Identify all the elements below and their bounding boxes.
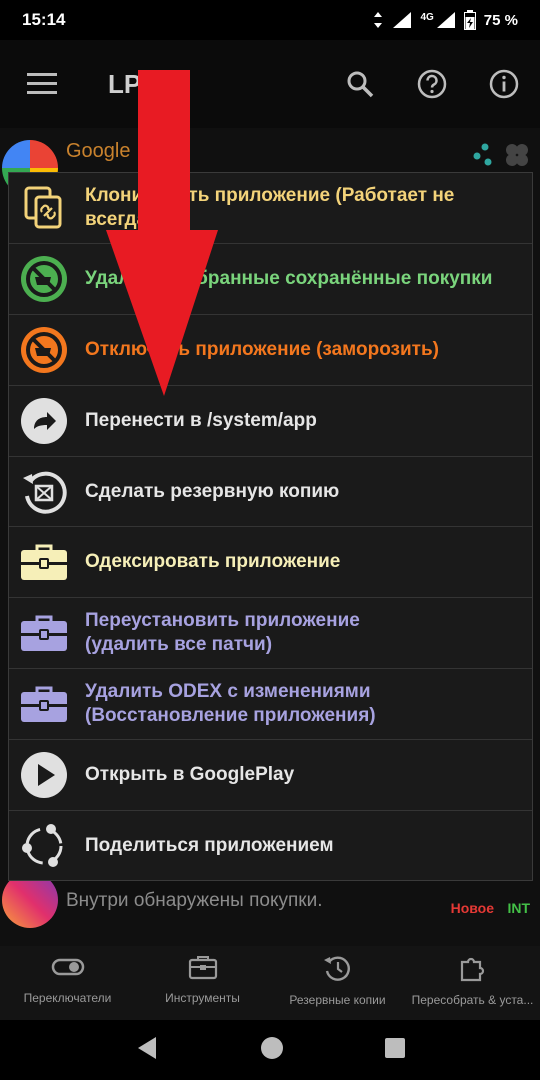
dialog-item-label: Открыть в GooglePlay: [85, 764, 295, 786]
dialog-item-label: Клонировать приложение (Работает не всег…: [85, 184, 455, 230]
dialog-item-label: Удалить ODEX с изменениями (Восстановлен…: [85, 681, 376, 727]
search-icon[interactable]: [324, 40, 396, 128]
dialog-item-label: Поделиться приложением: [85, 835, 334, 857]
dialog-item-clone[interactable]: Клонировать приложение (Работает не всег…: [9, 173, 532, 244]
home-icon[interactable]: [260, 1036, 284, 1065]
toolbox-icon: [19, 608, 69, 658]
tab-label: Резервные копии: [289, 993, 386, 1007]
puzzle-icon: [458, 954, 488, 987]
dialog-item-label: Удалить выбранные сохранённые покупки: [85, 267, 493, 289]
help-icon[interactable]: [396, 40, 468, 128]
dialog-item-share[interactable]: Поделиться приложением: [9, 811, 532, 882]
battery-icon: [463, 10, 476, 30]
list-item[interactable]: Google: [0, 128, 540, 196]
app-bar: LP: [0, 40, 540, 128]
status-icons: 4G 75 %: [372, 10, 518, 30]
clover-icon: [502, 140, 532, 175]
status-dots-icon: [472, 142, 494, 173]
tab-label: Переключатели: [23, 991, 112, 1005]
battery-level: 75 %: [483, 11, 518, 29]
toggle-icon: [51, 954, 85, 985]
list-item-title: Google: [66, 140, 131, 162]
app-actions-dialog: Клонировать приложение (Работает не всег…: [8, 172, 533, 881]
signal-4g-icon: [436, 11, 456, 29]
list-item-subtitle: Внутри обнаружены покупки.: [66, 890, 323, 911]
dialog-item-label: Сделать резервную копию: [85, 480, 340, 502]
bottom-navigation: Переключатели Инструменты Резервные копи…: [0, 946, 540, 1020]
freeze-icon: [19, 325, 69, 375]
dialog-item-label: Отключить приложение (заморозить): [85, 338, 439, 360]
backup-icon: [19, 467, 69, 517]
signal-icon: [392, 11, 412, 29]
list-item[interactable]: Внутри обнаружены покупки. Новое INT: [0, 872, 540, 942]
toolbox-icon: [19, 679, 69, 729]
status-time: 15:14: [22, 10, 66, 29]
tab-tools[interactable]: Инструменты: [135, 946, 270, 1020]
share-icon: [19, 821, 69, 871]
backup-icon: [323, 954, 353, 987]
tab-label: Инструменты: [165, 991, 240, 1005]
app-title: LP: [108, 68, 142, 99]
tab-switches[interactable]: Переключатели: [0, 946, 135, 1020]
badge-new: Новое: [450, 900, 494, 916]
info-icon[interactable]: [468, 40, 540, 128]
menu-icon[interactable]: [0, 40, 84, 128]
dialog-item-backup[interactable]: Сделать резервную копию: [9, 457, 532, 528]
move-icon: [19, 396, 69, 446]
toolbox-icon: [188, 954, 218, 985]
system-navigation-bar: [0, 1020, 540, 1080]
dialog-item-odex[interactable]: Одексировать приложение: [9, 527, 532, 599]
tab-label: Пересобрать & уста...: [411, 993, 534, 1007]
badge-int: INT: [507, 900, 530, 916]
dialog-item-label: Перенести в /system/app: [85, 409, 317, 431]
tab-rebuild-install[interactable]: Пересобрать & уста...: [405, 946, 540, 1020]
toolbox-icon: [19, 537, 69, 587]
list-item-partial: [0, 936, 540, 946]
status-bar: 15:14 4G 75 %: [0, 0, 540, 40]
tab-backups[interactable]: Резервные копии: [270, 946, 405, 1020]
dialog-item-open-googleplay[interactable]: Открыть в GooglePlay: [9, 740, 532, 812]
clone-icon: [19, 183, 69, 233]
dialog-item-move-system[interactable]: Перенести в /system/app: [9, 386, 532, 457]
network-type: 4G: [420, 12, 434, 23]
dialog-item-remove-purchases[interactable]: Удалить выбранные сохранённые покупки: [9, 244, 532, 315]
back-icon[interactable]: [134, 1035, 160, 1066]
dialog-item-label: Одексировать приложение: [85, 551, 341, 573]
dialog-item-freeze[interactable]: Отключить приложение (заморозить): [9, 315, 532, 386]
dialog-item-reinstall[interactable]: Переустановить приложение (удалить все п…: [9, 598, 532, 670]
recents-icon[interactable]: [384, 1037, 406, 1064]
vibrate-icon: [372, 11, 384, 29]
dialog-item-label: Переустановить приложение (удалить все п…: [85, 610, 360, 656]
dialog-item-remove-odex[interactable]: Удалить ODEX с изменениями (Восстановлен…: [9, 669, 532, 741]
play-icon: [19, 750, 69, 800]
remove-purchases-icon: [19, 254, 69, 304]
